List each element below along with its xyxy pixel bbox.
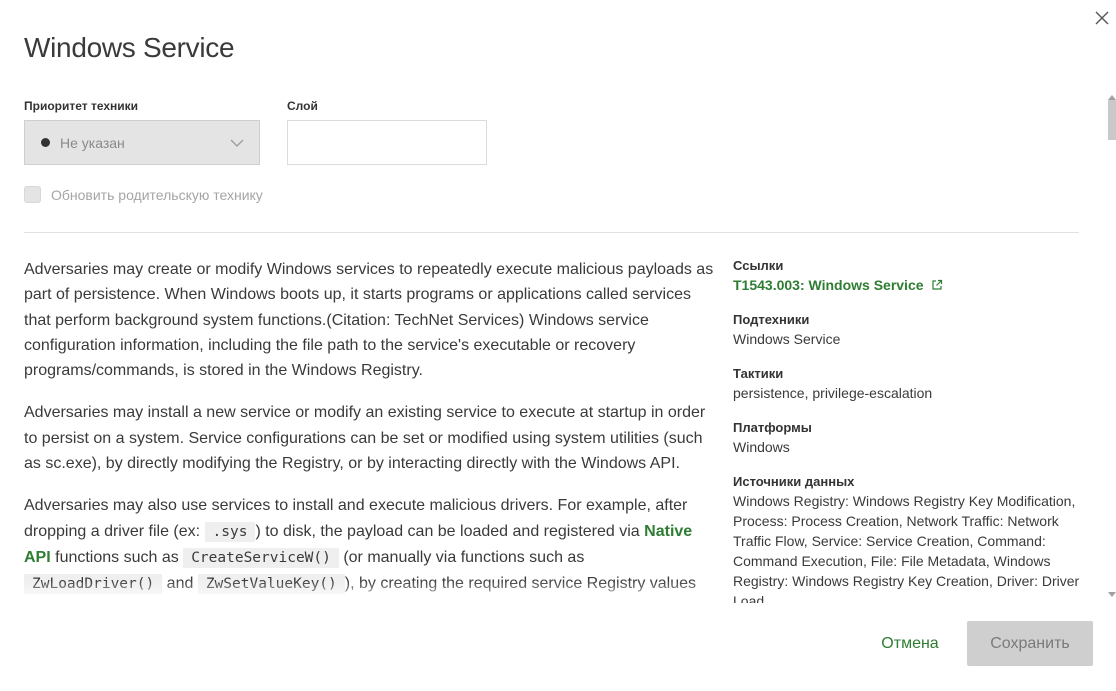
technique-link-label: T1543.003: Windows Service (733, 277, 924, 293)
links-label: Ссылки (733, 258, 784, 273)
technique-description: Adversaries may create or modify Windows… (24, 257, 718, 609)
divider (24, 232, 1079, 233)
priority-dot-icon (41, 138, 50, 147)
description-paragraph-1: Adversaries may create or modify Windows… (24, 261, 714, 380)
code-snippet: CreateServiceW() (183, 547, 339, 568)
priority-value: Не указан (60, 134, 125, 151)
update-parent-label: Обновить родительскую технику (51, 186, 263, 203)
data-sources-label: Источники данных (733, 474, 855, 489)
description-text: functions such as (50, 548, 184, 566)
subtechniques-block: Подтехники Windows Service (733, 311, 1083, 349)
update-parent-row: Обновить родительскую технику (24, 186, 263, 203)
layer-input[interactable] (287, 120, 487, 165)
tactics-value: persistence, privilege-escalation (733, 385, 933, 401)
priority-label: Приоритет техники (24, 99, 139, 113)
description-paragraph-2: Adversaries may install a new service or… (24, 404, 706, 473)
technique-link[interactable]: T1543.003: Windows Service (733, 275, 943, 295)
data-sources-value: Windows Registry: Windows Registry Key M… (733, 493, 1080, 603)
scroll-down-icon[interactable] (1108, 592, 1116, 598)
update-parent-checkbox[interactable] (24, 186, 41, 203)
chevron-down-icon (230, 139, 244, 147)
links-block: Ссылки T1543.003: Windows Service (733, 257, 1083, 295)
description-text: ) to disk, the payload can be loaded and… (255, 522, 645, 540)
cancel-button[interactable]: Отмена (874, 621, 946, 666)
save-button[interactable]: Сохранить (967, 621, 1093, 666)
scrollbar-thumb[interactable] (1108, 100, 1116, 140)
close-icon[interactable] (1094, 10, 1110, 26)
description-text: (or manually via functions such as (338, 548, 585, 566)
code-snippet: .sys (204, 521, 256, 542)
scrollbar[interactable] (1104, 95, 1114, 605)
tactics-block: Тактики persistence, privilege-escalatio… (733, 365, 1083, 403)
content-fade (0, 580, 740, 610)
subtechniques-label: Подтехники (733, 312, 810, 327)
dialog-title: Windows Service (24, 32, 235, 63)
technique-details: Ссылки T1543.003: Windows Service Подтех… (733, 257, 1083, 603)
platforms-value: Windows (733, 439, 790, 455)
layer-label: Слой (287, 99, 318, 113)
tactics-label: Тактики (733, 366, 784, 381)
priority-select[interactable]: Не указан (24, 120, 260, 165)
external-link-icon (931, 279, 942, 290)
data-sources-block: Источники данных Windows Registry: Windo… (733, 473, 1083, 603)
platforms-label: Платформы (733, 420, 812, 435)
subtechniques-value: Windows Service (733, 331, 841, 347)
platforms-block: Платформы Windows (733, 419, 1083, 457)
